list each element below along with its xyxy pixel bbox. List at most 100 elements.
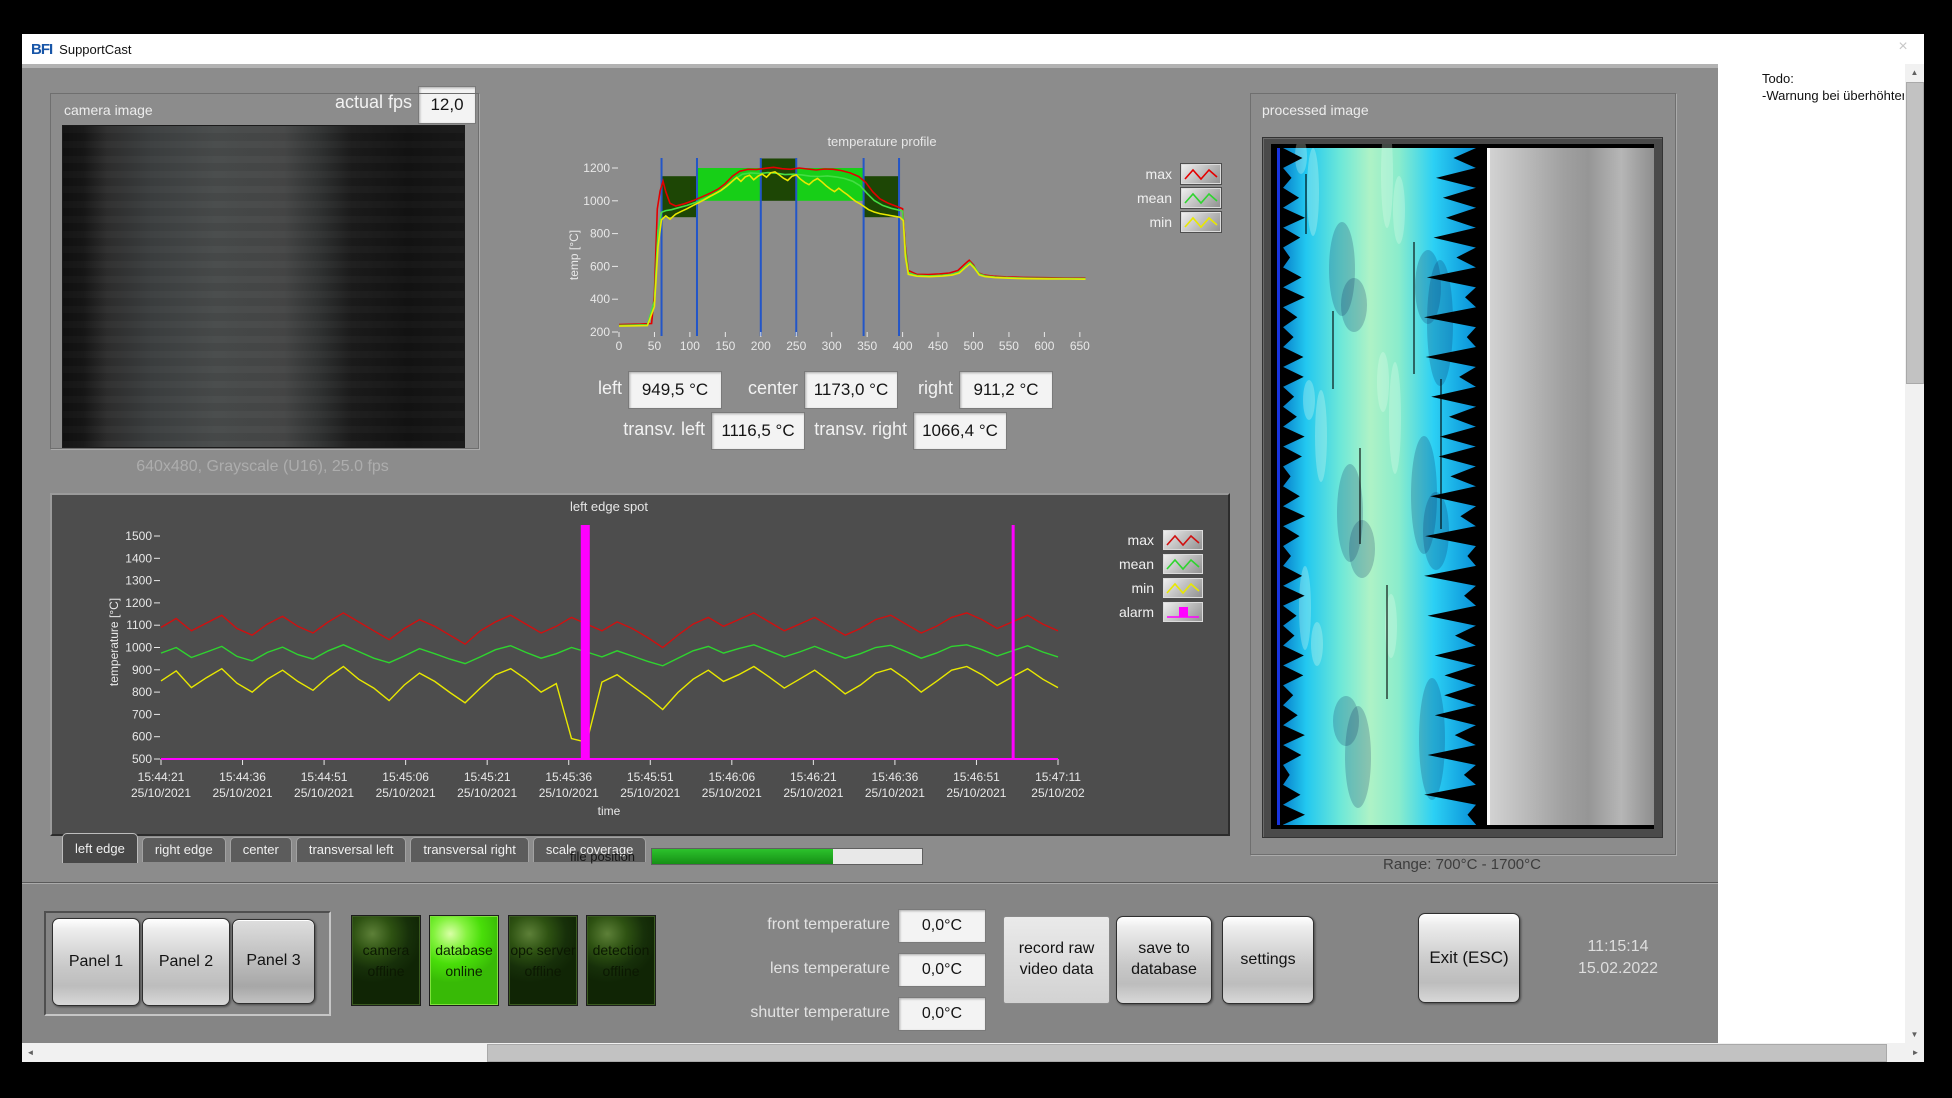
legend-item-mean[interactable]: mean: [1122, 188, 1222, 208]
spot-legend-label-max: max: [1128, 532, 1154, 548]
svg-text:400: 400: [893, 339, 913, 353]
record-raw-video-button[interactable]: record raw video data: [1003, 916, 1110, 1004]
svg-text:600: 600: [132, 730, 152, 744]
processed-image-frame: [1262, 137, 1663, 838]
h-scroll-thumb[interactable]: [487, 1044, 1887, 1062]
spot-legend-swatch-alarm-icon[interactable]: [1162, 601, 1204, 623]
save-to-database-button[interactable]: save to database: [1116, 916, 1212, 1004]
tab-left-edge[interactable]: left edge: [62, 833, 138, 863]
scroll-up-icon[interactable]: ▲: [1905, 64, 1924, 81]
svg-text:50: 50: [648, 339, 662, 353]
shutter-temperature-label: shutter temperature: [682, 1004, 890, 1022]
status-led-database[interactable]: database online: [429, 915, 499, 1006]
svg-text:1400: 1400: [125, 551, 152, 565]
svg-text:500: 500: [963, 339, 983, 353]
v-scroll-thumb[interactable]: [1906, 82, 1924, 384]
svg-text:1100: 1100: [126, 618, 152, 632]
spot-legend-swatch-max-icon[interactable]: [1162, 529, 1204, 551]
legend-swatch-max-icon[interactable]: [1180, 163, 1222, 185]
led-detection-line1: detection: [593, 940, 650, 961]
legend-item-min[interactable]: min: [1122, 212, 1222, 232]
exit-button[interactable]: Exit (ESC): [1418, 913, 1520, 1003]
clock-date: 15.02.2022: [1538, 960, 1698, 978]
status-led-detection[interactable]: detection offline: [586, 915, 656, 1006]
svg-text:15:44:51: 15:44:51: [301, 770, 348, 784]
app-window: BFI SupportCast × actual fps 12,0 camera…: [22, 34, 1924, 1062]
file-position-bar: [651, 848, 923, 865]
spot-legend-item-mean[interactable]: mean: [1094, 554, 1204, 574]
svg-text:25/10/2021: 25/10/2021: [131, 786, 191, 800]
spot-legend: max mean min alarm: [1094, 530, 1204, 626]
camera-image: [62, 125, 465, 448]
svg-text:15:46:51: 15:46:51: [953, 770, 1000, 784]
svg-text:15:45:21: 15:45:21: [464, 770, 511, 784]
todo-line1: Todo:: [1762, 70, 1904, 87]
todo-note: Todo: -Warnung bei überhöhter K: [1762, 70, 1904, 104]
camera-image-label: camera image: [64, 102, 153, 118]
lens-temperature-label: lens temperature: [682, 960, 890, 978]
svg-text:400: 400: [590, 292, 610, 306]
spot-legend-item-alarm[interactable]: alarm: [1094, 602, 1204, 622]
tab-center[interactable]: center: [230, 837, 292, 862]
spot-legend-item-min[interactable]: min: [1094, 578, 1204, 598]
tab-transversal-right[interactable]: transversal right: [410, 837, 528, 862]
close-icon[interactable]: ×: [1892, 38, 1914, 56]
readout-center-label: center: [678, 378, 798, 399]
save-button-line1: save to: [1138, 939, 1190, 960]
svg-text:650: 650: [1070, 339, 1090, 353]
v-scrollbar[interactable]: ▲ ▼: [1905, 64, 1924, 1043]
panel-2-button[interactable]: Panel 2: [142, 918, 230, 1006]
svg-text:450: 450: [928, 339, 948, 353]
file-position-label: file position: [570, 849, 635, 864]
front-temperature-label: front temperature: [682, 916, 890, 934]
title-bar: BFI SupportCast ×: [22, 34, 1924, 65]
clock-time: 11:15:14: [1538, 938, 1698, 956]
h-scrollbar[interactable]: ◄ ►: [22, 1043, 1924, 1062]
panel-1-button[interactable]: Panel 1: [52, 918, 140, 1006]
panel-3-button[interactable]: Panel 3: [232, 919, 315, 1004]
spot-legend-label-alarm: alarm: [1119, 604, 1154, 620]
status-led-opc-server[interactable]: opc server offline: [508, 915, 578, 1006]
right-side-area: Todo: -Warnung bei überhöhter K: [1718, 64, 1905, 1043]
settings-button[interactable]: settings: [1222, 916, 1314, 1004]
legend-swatch-min-icon[interactable]: [1180, 211, 1222, 233]
scroll-down-icon[interactable]: ▼: [1905, 1026, 1924, 1043]
tab-right-edge[interactable]: right edge: [142, 837, 226, 862]
led-database-line1: database: [435, 940, 493, 961]
scroll-left-icon[interactable]: ◄: [22, 1043, 39, 1062]
menu-strip: [22, 64, 1718, 68]
legend-swatch-mean-icon[interactable]: [1180, 187, 1222, 209]
svg-text:25/10/202: 25/10/202: [1031, 786, 1085, 800]
svg-text:15:47:11: 15:47:11: [1035, 770, 1081, 784]
svg-text:25/10/2021: 25/10/2021: [783, 786, 843, 800]
svg-text:25/10/2021: 25/10/2021: [946, 786, 1006, 800]
app-logo: BFI: [31, 41, 52, 58]
led-camera-line1: camera: [363, 940, 410, 961]
svg-text:25/10/2021: 25/10/2021: [620, 786, 680, 800]
scroll-right-icon[interactable]: ►: [1907, 1043, 1924, 1062]
spot-legend-item-max[interactable]: max: [1094, 530, 1204, 550]
lens-temperature-value: 0,0°C: [898, 953, 986, 987]
tab-transversal-left[interactable]: transversal left: [296, 837, 407, 862]
spot-legend-label-mean: mean: [1119, 556, 1154, 572]
svg-text:800: 800: [132, 685, 152, 699]
led-camera-line2: offline: [367, 961, 404, 982]
svg-text:1500: 1500: [125, 529, 152, 543]
spot-legend-swatch-mean-icon[interactable]: [1162, 553, 1204, 575]
record-button-line2: video data: [1020, 960, 1094, 981]
record-button-line1: record raw: [1019, 939, 1095, 960]
file-position-fill: [652, 849, 833, 864]
spot-legend-swatch-min-icon[interactable]: [1162, 577, 1204, 599]
led-opc-line1: opc server: [510, 940, 575, 961]
svg-text:300: 300: [822, 339, 842, 353]
svg-text:900: 900: [132, 663, 152, 677]
front-temperature-value: 0,0°C: [898, 909, 986, 943]
left-edge-spot-panel: left edge spot50060070080090010001100120…: [50, 493, 1230, 836]
svg-text:left edge spot: left edge spot: [570, 499, 648, 514]
svg-text:100: 100: [680, 339, 700, 353]
processed-image-label: processed image: [1262, 102, 1369, 118]
save-button-line2: database: [1131, 960, 1197, 981]
legend-item-max[interactable]: max: [1122, 164, 1222, 184]
status-led-camera[interactable]: camera offline: [351, 915, 421, 1006]
legend-label-min: min: [1149, 214, 1172, 230]
